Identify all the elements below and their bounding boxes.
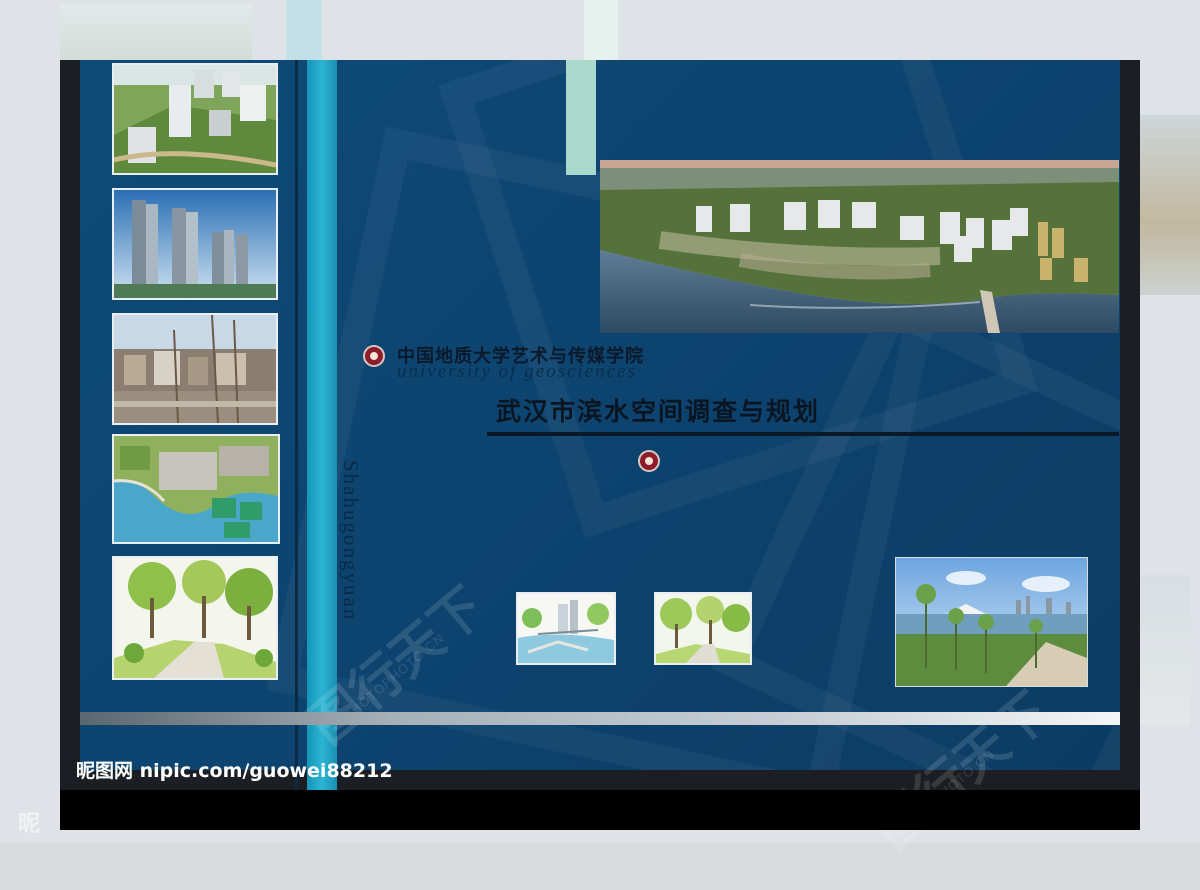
thumbnail-site-plan: [112, 434, 280, 544]
thumbnail-waterfront-sketch: [516, 592, 616, 665]
silver-bar: [80, 712, 1120, 725]
vertical-spine-text: Shahugongyuan: [339, 460, 363, 622]
background-photo-right-lower: [1140, 575, 1190, 725]
site-watermark-fragment: 昵: [18, 812, 41, 837]
thumbnail-high-rise-towers: [112, 188, 278, 300]
hero-waterfront-render: [600, 160, 1119, 333]
bullet-marker: [365, 347, 383, 365]
background-bottom-band: [0, 842, 1200, 890]
site-watermark: 昵图网 nipic.com/guowei88212: [76, 756, 393, 783]
mint-accent-strip: [566, 60, 596, 175]
bullet-marker-center: [640, 452, 658, 470]
cover-title: 武汉市滨水空间调查与规划: [496, 397, 821, 426]
black-footer-band: [60, 790, 1140, 830]
site-watermark-user: guowei88212: [249, 760, 393, 782]
background-thumbnail: [60, 4, 252, 60]
photo-lakeside-park: [895, 557, 1088, 687]
background-photo-right: [1140, 115, 1200, 295]
thumbnail-park-sketch: [112, 556, 278, 680]
background-strip-cyan: [286, 0, 322, 60]
title-underline: [487, 432, 1119, 436]
thumbnail-plaza-sketch: [654, 592, 752, 665]
site-watermark-domain: 昵图网 nipic.com/: [76, 760, 250, 782]
thumbnail-residential-aerial: [112, 63, 278, 175]
background-strip-mint: [584, 0, 618, 60]
thumbnail-street-buildings: [112, 313, 278, 425]
school-name-en: university of geosciences: [397, 361, 637, 382]
column-divider: [295, 60, 298, 790]
